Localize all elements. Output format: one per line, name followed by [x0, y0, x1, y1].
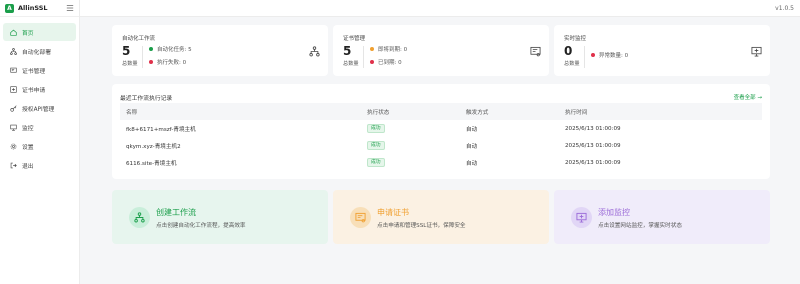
stat-title: 证书管理 — [343, 36, 366, 42]
sidebar: A AllinSSL 首页 自动化部署 证书管理 证书申请 授权API管理 监控 — [0, 0, 80, 284]
sidebar-item-label: 证书申请 — [22, 87, 46, 94]
certificate-icon — [530, 46, 541, 57]
stat-detail: 自动化任务: 5 — [149, 45, 192, 53]
column-header: 触发方式 — [466, 109, 489, 116]
cell-trigger: 自动 — [466, 126, 478, 133]
action-title: 添加监控 — [598, 208, 630, 217]
column-header: 执行时间 — [565, 109, 588, 116]
certificate-icon — [355, 212, 366, 223]
action-title: 创建工作流 — [156, 208, 196, 217]
section-title: 最近工作流执行记录 — [120, 96, 173, 102]
sidebar-item-api[interactable]: 授权API管理 — [3, 99, 76, 117]
cell-name: fk8+6171+mszf-青境主机 — [126, 126, 196, 133]
monitor-icon — [751, 46, 762, 57]
action-description: 点击设置网站监控，掌握实时状态 — [598, 223, 682, 229]
stat-title: 自动化工作流 — [122, 36, 156, 42]
key-icon — [10, 104, 17, 112]
stat-detail: 已到期: 0 — [370, 58, 402, 66]
cell-name: 6116.site-青境主机 — [126, 160, 177, 167]
cell-trigger: 自动 — [466, 143, 478, 150]
sidebar-item-label: 监控 — [22, 125, 34, 132]
stat-total: 5 — [343, 44, 352, 58]
sidebar-nav: 首页 自动化部署 证书管理 证书申请 授权API管理 监控 设置 退出 — [0, 17, 79, 174]
stat-detail: 执行失败: 0 — [149, 58, 186, 66]
topbar: v1.0.5 — [80, 0, 800, 17]
table-header: 名称 执行状态 触发方式 执行时间 — [120, 103, 762, 120]
stat-detail: 异常数量: 0 — [591, 51, 628, 59]
app-name: AllinSSL — [18, 4, 48, 12]
certificate-icon — [10, 67, 17, 73]
sidebar-item-workflow[interactable]: 自动化部署 — [3, 42, 76, 60]
cell-time: 2025/6/13 01:00:09 — [565, 142, 621, 149]
recent-workflow-card: 最近工作流执行记录 查看全部 → 名称 执行状态 触发方式 执行时间 fk8+6… — [112, 84, 770, 179]
sidebar-item-logout[interactable]: 退出 — [3, 156, 76, 174]
apply-certificate-card[interactable]: 申请证书 点击申请和管理SSL证书，保障安全 — [333, 190, 549, 244]
create-workflow-card[interactable]: 创建工作流 点击创建自动化工作流程，提高效率 — [112, 190, 328, 244]
cell-time: 2025/6/13 01:00:09 — [565, 159, 621, 166]
collapse-sidebar-icon[interactable] — [66, 4, 74, 12]
apply-icon — [10, 85, 17, 93]
table-row[interactable]: qkym.xyz-青境主机2 成功 自动 2025/6/13 01:00:09 — [120, 137, 762, 154]
column-header: 执行状态 — [367, 109, 390, 116]
table-row[interactable]: 6116.site-青境主机 成功 自动 2025/6/13 01:00:09 — [120, 154, 762, 171]
brand: A AllinSSL — [0, 0, 79, 17]
stat-total-label: 总数量 — [343, 61, 359, 67]
certificate-icon-circle — [350, 207, 371, 228]
monitor-icon — [576, 212, 587, 223]
sidebar-item-monitor[interactable]: 监控 — [3, 118, 76, 136]
sidebar-item-settings[interactable]: 设置 — [3, 137, 76, 155]
status-badge: 成功 — [367, 158, 385, 167]
workflow-stat-card[interactable]: 自动化工作流 5 总数量 自动化任务: 5 执行失败: 0 — [112, 25, 328, 76]
sidebar-item-label: 首页 — [22, 30, 34, 37]
stat-detail: 即将到期: 0 — [370, 45, 407, 53]
sidebar-item-apply[interactable]: 证书申请 — [3, 80, 76, 98]
sidebar-item-label: 自动化部署 — [22, 49, 51, 56]
cell-time: 2025/6/13 01:00:09 — [565, 125, 621, 132]
monitor-stat-card[interactable]: 实时监控 0 总数量 异常数量: 0 — [554, 25, 770, 76]
cell-name: qkym.xyz-青境主机2 — [126, 143, 181, 150]
home-icon — [10, 29, 17, 36]
divider — [142, 46, 143, 68]
sidebar-item-home[interactable]: 首页 — [3, 23, 76, 41]
stat-total: 5 — [122, 44, 131, 58]
stat-total-label: 总数量 — [122, 61, 138, 67]
stat-title: 实时监控 — [564, 36, 587, 42]
divider — [363, 46, 364, 68]
sidebar-item-label: 授权API管理 — [22, 106, 55, 113]
stat-total-label: 总数量 — [564, 61, 580, 67]
divider — [584, 46, 585, 68]
workflow-table: 名称 执行状态 触发方式 执行时间 fk8+6171+mszf-青境主机 成功 … — [120, 103, 762, 171]
gear-icon — [10, 143, 17, 149]
sidebar-item-label: 证书管理 — [22, 68, 46, 75]
monitor-icon-circle — [571, 207, 592, 228]
certificate-stat-card[interactable]: 证书管理 5 总数量 即将到期: 0 已到期: 0 — [333, 25, 549, 76]
column-header: 名称 — [126, 109, 138, 116]
action-description: 点击申请和管理SSL证书，保障安全 — [377, 223, 466, 229]
version-label: v1.0.5 — [775, 5, 794, 12]
app-logo: A — [5, 3, 14, 13]
workflow-icon — [309, 46, 320, 57]
cell-trigger: 自动 — [466, 160, 478, 167]
status-badge: 成功 — [367, 124, 385, 133]
sidebar-item-certificates[interactable]: 证书管理 — [3, 61, 76, 79]
logout-icon — [10, 162, 17, 168]
status-badge: 成功 — [367, 141, 385, 150]
action-title: 申请证书 — [377, 208, 409, 217]
workflow-icon — [134, 212, 145, 223]
table-row[interactable]: fk8+6171+mszf-青境主机 成功 自动 2025/6/13 01:00… — [120, 120, 762, 137]
sidebar-item-label: 退出 — [22, 163, 34, 170]
monitor-icon — [10, 124, 17, 131]
view-all-link[interactable]: 查看全部 → — [734, 93, 762, 101]
workflow-icon — [10, 47, 17, 55]
add-monitor-card[interactable]: 添加监控 点击设置网站监控，掌握实时状态 — [554, 190, 770, 244]
sidebar-item-label: 设置 — [22, 144, 34, 151]
workflow-icon-circle — [129, 207, 150, 228]
stat-total: 0 — [564, 44, 573, 58]
action-description: 点击创建自动化工作流程，提高效率 — [156, 223, 246, 229]
